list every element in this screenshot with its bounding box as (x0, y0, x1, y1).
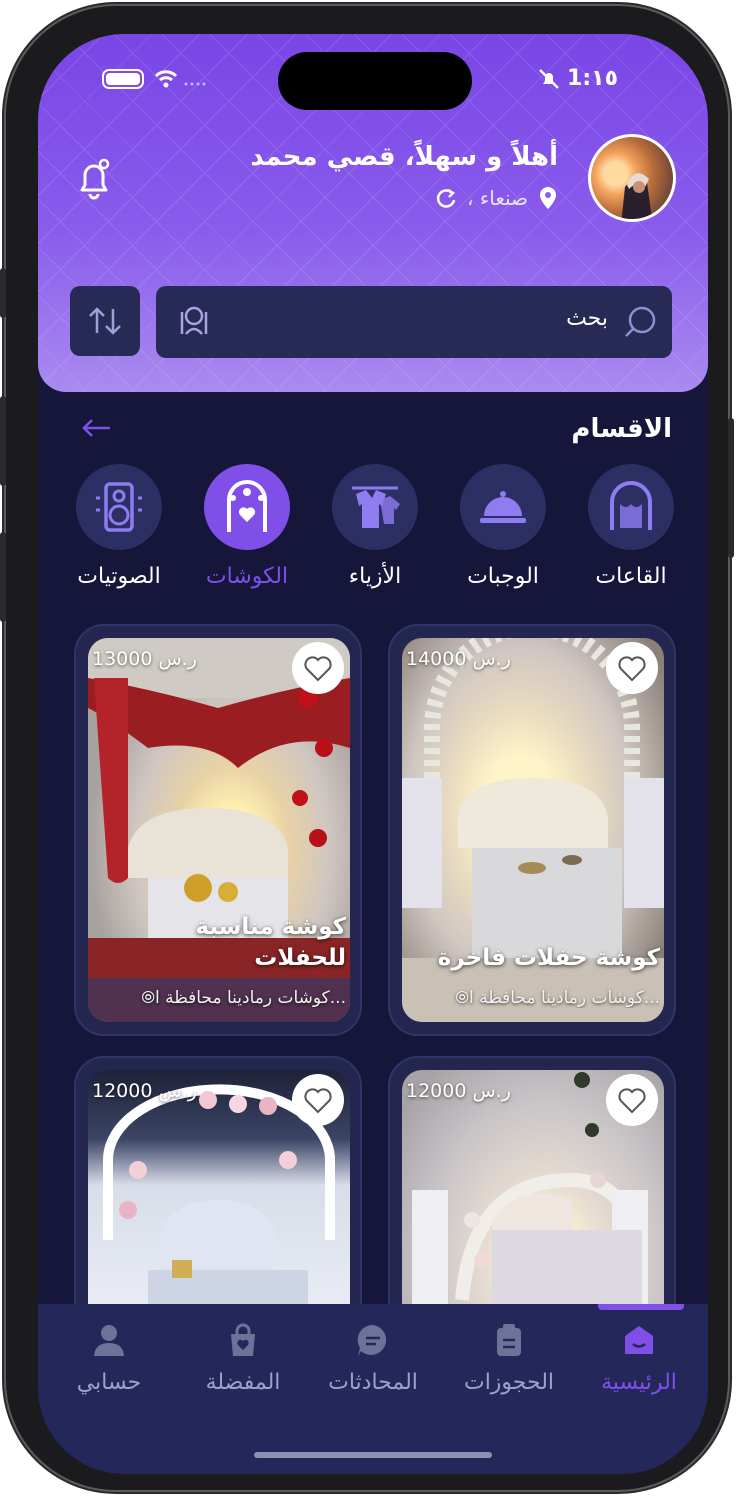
battery-wifi-icon (102, 69, 206, 89)
category-label: الصوتيات (77, 564, 161, 589)
product-title: كوشة مناسبة للحفلات (195, 913, 346, 971)
filter-icon[interactable] (176, 304, 212, 340)
heart-icon (618, 1088, 646, 1114)
volume-up-button (0, 396, 6, 486)
favorite-button[interactable] (606, 642, 658, 694)
product-price: 12000 ر.س (92, 1080, 197, 1102)
category-label: الوجبات (467, 564, 539, 589)
arrow-left-icon[interactable] (80, 416, 112, 440)
product-title: كوشة حفلات فاخرة (437, 944, 660, 971)
nav-item-profile[interactable]: حسابي (44, 1322, 174, 1395)
product-location-text: كوشات رمادينا محافظة ا... (154, 988, 346, 1008)
product-location-text: كوشات رمادينا محافظة ا... (468, 988, 660, 1008)
nav-active-indicator (598, 1304, 684, 1310)
heart-icon (304, 656, 332, 682)
favorites-icon (231, 1323, 255, 1356)
sort-button[interactable] (70, 286, 140, 356)
nav-item-home[interactable]: الرئيسية (574, 1322, 704, 1395)
home-indicator[interactable] (254, 1452, 492, 1458)
search-input[interactable]: بحث (156, 286, 672, 358)
favorite-button[interactable] (606, 1074, 658, 1126)
status-right: 1:١٥ (537, 66, 618, 91)
status-time: 1:١٥ (567, 66, 618, 91)
hall-icon (588, 464, 674, 550)
power-button (728, 418, 734, 558)
silent-switch (0, 268, 6, 318)
bell-mute-icon (539, 68, 559, 89)
product-price: 13000 ر.س (92, 648, 197, 670)
location-pin-icon: ⦾ (141, 988, 155, 1008)
favorite-button[interactable] (292, 1074, 344, 1126)
category-kosha[interactable]: الكوشات (192, 464, 302, 589)
location-pin-icon (540, 187, 556, 209)
product-price: 12000 ر.س (406, 1080, 511, 1102)
product-location: ⦾كوشات رمادينا محافظة ا... (106, 988, 346, 1008)
product-price: 14000 ر.س (406, 648, 511, 670)
favorite-button[interactable] (292, 642, 344, 694)
product-card[interactable]: 14000 ر.س كوشة حفلات فاخرة ⦾كوشات رمادين… (388, 624, 676, 1036)
category-label: الكوشات (205, 564, 289, 589)
refresh-icon[interactable] (435, 187, 457, 209)
product-location: ⦾كوشات رمادينا محافظة ا... (420, 988, 660, 1008)
search-icon (625, 306, 656, 337)
category-halls[interactable]: القاعات (576, 464, 686, 589)
heart-icon (304, 1088, 332, 1114)
product-card[interactable]: 13000 ر.س كوشة مناسبة للحفلات ⦾كوشات رما… (74, 624, 362, 1036)
nav-label: الحجوزات (463, 1370, 555, 1395)
app-screen: 1:١٥ أهلاً و سهلاً، قصي محمد صنعاء ، بحث… (38, 34, 708, 1474)
nav-item-favorites[interactable]: المفضلة (178, 1322, 308, 1395)
nav-label: الرئيسية (601, 1370, 677, 1395)
meal-icon (460, 464, 546, 550)
status-left (102, 66, 212, 96)
speaker-icon (76, 464, 162, 550)
location-pin-icon: ⦾ (455, 988, 469, 1008)
nav-item-chats[interactable]: المحادثات (308, 1322, 438, 1395)
nav-label: حسابي (76, 1370, 142, 1395)
categories-title: الاقسام (571, 414, 672, 444)
category-meals[interactable]: الوجبات (448, 464, 558, 589)
location-row[interactable]: صنعاء ، (435, 186, 558, 210)
heart-icon (618, 656, 646, 682)
dynamic-island (278, 52, 472, 110)
profile-icon (94, 1325, 124, 1356)
nav-item-bookings[interactable]: الحجوزات (444, 1322, 574, 1395)
category-fashion[interactable]: الأزياء (320, 464, 430, 589)
home-icon (625, 1326, 653, 1354)
category-audio[interactable]: الصوتيات (64, 464, 174, 589)
location-text: صنعاء ، (467, 186, 528, 210)
greeting-text: أهلاً و سهلاً، قصي محمد (250, 142, 558, 172)
category-label: القاعات (595, 564, 667, 589)
avatar[interactable] (588, 134, 676, 222)
kosha-icon (204, 464, 290, 550)
nav-label: المحادثات (328, 1370, 418, 1395)
phone-frame: 1:١٥ أهلاً و سهلاً، قصي محمد صنعاء ، بحث… (0, 6, 734, 1490)
search-placeholder: بحث (566, 306, 608, 331)
clothes-icon (332, 464, 418, 550)
notification-bell-icon[interactable] (74, 154, 114, 202)
bookings-icon (497, 1324, 521, 1356)
volume-down-button (0, 532, 6, 622)
nav-label: المفضلة (205, 1370, 281, 1395)
category-label: الأزياء (348, 564, 402, 589)
chat-icon (357, 1324, 387, 1356)
sort-arrows-icon (89, 307, 121, 335)
